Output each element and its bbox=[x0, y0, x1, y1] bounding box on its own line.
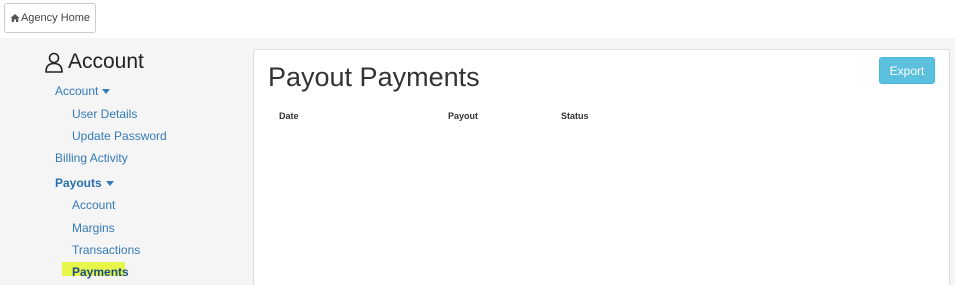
sidebar-payouts-toggle[interactable]: Payouts bbox=[55, 176, 114, 190]
sidebar-account-label: Account bbox=[55, 84, 99, 98]
sidebar: Account Account User Details Update Pass… bbox=[0, 38, 250, 285]
agency-home-label: Agency Home bbox=[20, 12, 91, 24]
top-bar: Agency Home bbox=[0, 0, 955, 38]
sidebar-title-text: Account bbox=[68, 50, 144, 73]
sidebar-title: Account bbox=[44, 50, 144, 74]
sidebar-item-payouts-account[interactable]: Account bbox=[72, 198, 115, 212]
sidebar-item-margins[interactable]: Margins bbox=[72, 221, 115, 235]
agency-home-button[interactable]: Agency Home bbox=[4, 3, 96, 33]
sidebar-account-toggle[interactable]: Account bbox=[55, 84, 111, 98]
user-icon bbox=[45, 52, 63, 73]
export-button[interactable]: Export bbox=[879, 57, 935, 84]
caret-down-icon bbox=[105, 181, 114, 187]
sidebar-item-transactions[interactable]: Transactions bbox=[72, 243, 140, 257]
caret-down-icon bbox=[102, 89, 111, 95]
column-header-date[interactable]: Date bbox=[279, 111, 299, 121]
page-title: Payout Payments bbox=[268, 62, 480, 92]
column-header-status[interactable]: Status bbox=[561, 111, 589, 121]
sidebar-payouts-label: Payouts bbox=[55, 176, 102, 190]
home-icon bbox=[10, 14, 20, 22]
sidebar-item-user-details[interactable]: User Details bbox=[72, 107, 137, 121]
column-header-payout[interactable]: Payout bbox=[448, 111, 478, 121]
main-panel: Payout Payments Export Date Payout Statu… bbox=[253, 49, 950, 285]
sidebar-item-billing-activity[interactable]: Billing Activity bbox=[55, 151, 128, 165]
sidebar-item-update-password[interactable]: Update Password bbox=[72, 129, 167, 143]
sidebar-item-payments[interactable]: Payments bbox=[72, 265, 129, 279]
